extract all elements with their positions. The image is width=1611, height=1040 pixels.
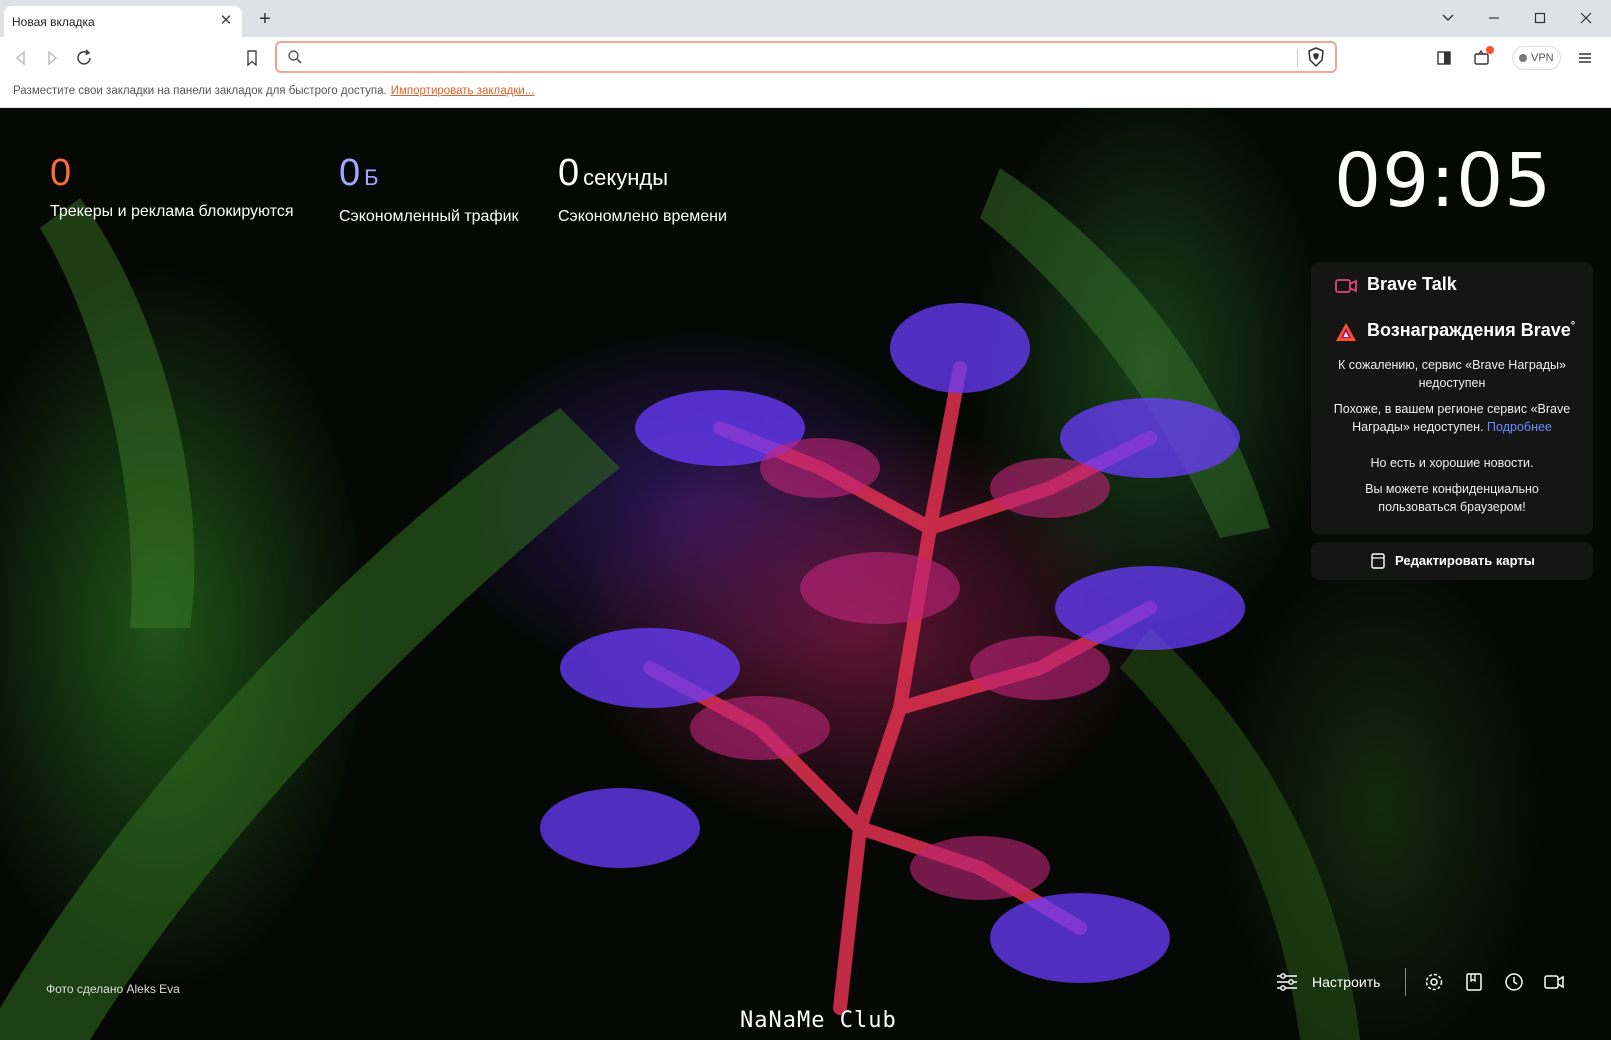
search-icon — [288, 50, 302, 64]
tab-search-chevron-icon[interactable] — [1434, 6, 1462, 30]
edit-cards-label: Редактировать карты — [1395, 553, 1535, 568]
reload-icon[interactable] — [72, 46, 96, 70]
bookmarks-bar: Разместите свои закладки на панели закла… — [0, 77, 1611, 108]
tab-title: Новая вкладка — [12, 15, 95, 29]
title-bar: Новая вкладка ✕ + — [0, 0, 1611, 37]
new-tab-page: 0 Трекеры и реклама блокируются 0Б Сэкон… — [0, 108, 1611, 1040]
vpn-status-icon — [1519, 54, 1527, 62]
rewards-msg-good-news: Но есть и хорошие новости. — [1370, 456, 1534, 470]
toolbar: VPN — [0, 37, 1611, 77]
stat-trackers-label: Трекеры и реклама блокируются — [50, 203, 294, 220]
rewards-header: Вознаграждения Brave° — [1311, 312, 1593, 356]
import-bookmarks-link[interactable]: Импортировать закладки... — [391, 85, 535, 97]
edit-cards-icon — [1371, 553, 1385, 569]
customize-label: Настроить — [1312, 974, 1381, 990]
stat-bandwidth: 0Б Сэкономленный трафик — [339, 153, 519, 226]
menu-icon[interactable] — [1573, 46, 1597, 70]
brave-rewards-card: Вознаграждения Brave° К сожалению, серви… — [1311, 310, 1593, 534]
history-icon[interactable] — [1502, 970, 1526, 994]
tab-new-tab[interactable]: Новая вкладка ✕ — [4, 6, 242, 37]
bookmark-icon[interactable] — [240, 46, 264, 70]
stat-bandwidth-label: Сэкономленный трафик — [339, 208, 519, 225]
rewards-msg-unavailable: К сожалению, сервис «Brave Награды» недо… — [1338, 358, 1566, 390]
address-bar[interactable] — [275, 41, 1337, 73]
stat-time: 0 секунды Сэкономлено времени — [558, 153, 727, 226]
rewards-title-mark: ° — [1570, 320, 1576, 332]
photo-credit[interactable]: Фото сделано Aleks Eva — [46, 982, 180, 996]
rewards-title: Вознаграждения Brave° — [1367, 320, 1575, 341]
sidebar-toggle-icon[interactable] — [1432, 46, 1456, 70]
clock: 09:05 — [1334, 138, 1553, 224]
bookmarks-hint-text: Разместите свои закладки на панели закла… — [13, 85, 387, 97]
brave-talk-card[interactable]: Brave Talk — [1311, 262, 1593, 310]
stat-bandwidth-value: 0 — [339, 152, 361, 194]
brave-talk-title: Brave Talk — [1367, 274, 1457, 294]
rewards-msg-private: Вы можете конфиденциально пользоваться б… — [1365, 482, 1539, 514]
brave-talk-icon[interactable] — [1542, 970, 1566, 994]
settings-gear-icon[interactable] — [1422, 970, 1446, 994]
stat-time-label: Сэкономлено времени — [558, 208, 727, 225]
address-input[interactable] — [309, 45, 1269, 69]
widget-cards: Brave Talk Вознаграждения Brave° К сожал… — [1311, 262, 1593, 580]
brave-shields-icon[interactable] — [1305, 46, 1327, 68]
notification-dot — [1486, 46, 1494, 54]
rewards-message: К сожалению, сервис «Brave Награды» недо… — [1311, 356, 1593, 516]
video-camera-icon — [1335, 279, 1357, 293]
bookmarks-manager-icon[interactable] — [1462, 970, 1486, 994]
stat-bandwidth-unit: Б — [364, 165, 379, 190]
bottom-toolbar: Настроить — [1272, 964, 1592, 1000]
vpn-label: VPN — [1531, 52, 1554, 64]
bat-triangle-icon — [1336, 323, 1356, 341]
rewards-title-text: Вознаграждения Brave — [1367, 320, 1571, 340]
bookmarks-hint: Разместите свои закладки на панели закла… — [13, 85, 534, 97]
back-arrow-icon[interactable] — [9, 46, 33, 70]
address-separator — [1297, 49, 1298, 67]
rewards-more-link[interactable]: Подробнее — [1487, 420, 1552, 434]
brave-news-icon[interactable] — [1470, 46, 1494, 70]
edit-cards-button[interactable]: Редактировать карты — [1311, 542, 1593, 580]
forward-arrow-icon[interactable] — [40, 46, 64, 70]
minimize-icon[interactable] — [1480, 6, 1508, 30]
vpn-button[interactable]: VPN — [1512, 46, 1561, 70]
bottom-separator — [1405, 968, 1406, 996]
new-tab-button[interactable]: + — [254, 9, 276, 31]
stat-time-unit: секунды — [583, 165, 669, 190]
stat-trackers-value: 0 — [50, 152, 72, 194]
close-window-icon[interactable] — [1572, 6, 1600, 30]
watermark-logo: NaNaMe Club — [740, 1008, 897, 1033]
sliders-icon — [1277, 973, 1297, 991]
tab-close-icon[interactable]: ✕ — [218, 13, 234, 29]
maximize-icon[interactable] — [1526, 6, 1554, 30]
stat-time-value: 0 — [558, 152, 580, 194]
rewards-msg-region: Похоже, в вашем регионе сервис «Brave На… — [1327, 400, 1577, 436]
stat-trackers: 0 Трекеры и реклама блокируются — [50, 153, 294, 221]
